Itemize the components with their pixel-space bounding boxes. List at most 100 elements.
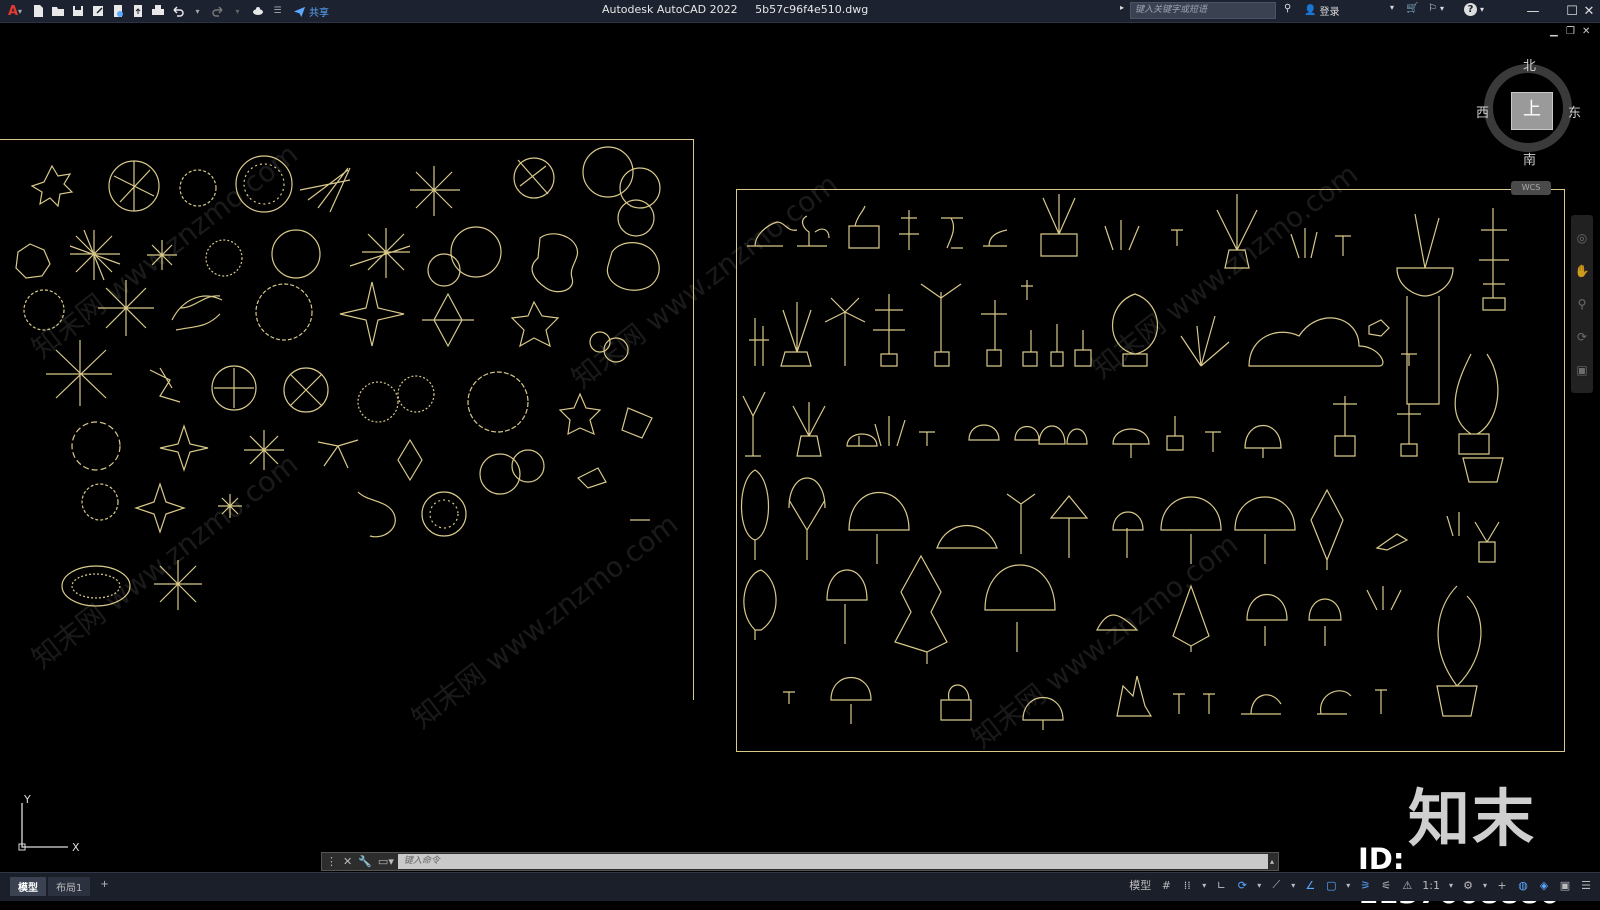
flower-elevation — [1335, 235, 1351, 256]
ortho-icon[interactable]: ∟ — [1213, 877, 1229, 893]
sign-in-dropdown[interactable]: ▾ — [1390, 3, 1394, 12]
search-expand-arrow[interactable]: ▸ — [1120, 3, 1124, 12]
search-button[interactable]: ⚲ — [1284, 3, 1291, 14]
sign-in-button[interactable]: 👤 登录 — [1304, 3, 1339, 18]
ucs-icon: Y X — [18, 795, 80, 854]
hardware-acceleration-icon[interactable]: ◈ — [1536, 877, 1552, 893]
showmotion-icon[interactable]: ▣ — [1576, 363, 1587, 377]
model-space-button[interactable]: 模型 — [1127, 877, 1153, 893]
save-web-button[interactable] — [129, 3, 146, 20]
close-button[interactable]: ✕ — [1578, 1, 1600, 21]
command-input[interactable]: 键入命令 — [397, 854, 1268, 869]
snap-icon[interactable]: ⁞⁞ — [1179, 877, 1195, 893]
command-line: ⋮ ✕ 🔧 ▭▾ 键入命令 ▴ — [321, 852, 1279, 871]
star-shrub-symbol — [339, 281, 405, 347]
bonsai-elevation — [1241, 694, 1282, 715]
workspace-button[interactable] — [249, 3, 266, 20]
auto-scale-icon[interactable]: ⚟ — [1378, 877, 1394, 893]
add-layout-button[interactable]: + — [92, 877, 116, 896]
plot-button[interactable] — [149, 3, 166, 20]
chevron-down-icon[interactable]: ▾ — [1447, 877, 1455, 893]
topiary-elevation — [899, 210, 919, 250]
customize-qat-dropdown[interactable]: ☰ — [269, 3, 286, 20]
potted-shrub-elevation — [1436, 585, 1482, 717]
object-snap-tracking-icon[interactable]: ∠ — [1302, 877, 1318, 893]
gear-icon[interactable]: ⚙ — [1460, 877, 1476, 893]
store-button[interactable]: 🛒 — [1406, 3, 1418, 14]
conifer-elevation — [1310, 488, 1344, 570]
share-button[interactable]: 共享 — [293, 4, 329, 19]
tree-plan-symbol — [23, 289, 65, 331]
chevron-down-icon[interactable]: ▾ — [1200, 877, 1208, 893]
round-tree-elevation — [1246, 594, 1288, 646]
ucs-x-label: X — [72, 841, 80, 854]
open-web-button[interactable] — [109, 3, 126, 20]
status-toolbar: 模型 # ⁞⁞ ▾ ∟ ⟳ ▾ ⟋ ▾ ∠ ▢ ▾ ⚞ ⚟ ⚠ 1:1 ▾ ⚙ … — [1127, 877, 1594, 893]
save-as-icon — [92, 6, 103, 16]
grid-icon[interactable]: # — [1158, 877, 1174, 893]
search-input[interactable]: 键入关键字或短语 — [1130, 2, 1276, 19]
tab-model[interactable]: 模型 — [10, 877, 46, 896]
autodesk-account-button[interactable]: ⚐ ▾ — [1428, 3, 1444, 14]
command-grip-icon[interactable]: ⋮ — [326, 855, 337, 868]
chevron-down-icon[interactable]: ▾ — [1344, 877, 1352, 893]
leaf-elevation — [1375, 533, 1409, 551]
isodraft-icon[interactable]: ⟋ — [1268, 877, 1284, 893]
isolate-objects-icon[interactable]: ◍ — [1515, 877, 1531, 893]
undo-dropdown[interactable]: ▾ — [189, 3, 206, 20]
fern-plan-symbol — [410, 166, 460, 216]
save-button[interactable] — [69, 3, 86, 20]
viewport-minimize-button[interactable]: ▁ — [1550, 26, 1558, 37]
flower-elevation — [783, 691, 795, 704]
customization-menu-icon[interactable]: ☰ — [1578, 877, 1594, 893]
object-snap-icon[interactable]: ▢ — [1323, 877, 1339, 893]
vine-plan-symbol — [171, 295, 223, 331]
save-as-button[interactable] — [89, 3, 106, 20]
grass-plan-symbol — [69, 229, 121, 281]
chevron-down-icon[interactable]: ▾ — [1481, 877, 1489, 893]
wcs-menu[interactable]: WCS — [1511, 181, 1551, 195]
tab-layout1[interactable]: 布局1 — [48, 877, 91, 896]
annotation-visibility-icon[interactable]: ⚞ — [1357, 877, 1373, 893]
compass-south[interactable]: 南 — [1523, 149, 1536, 168]
window-title: Autodesk AutoCAD 2022 5b57c96f4e510.dwg — [602, 3, 882, 16]
annotation-scale-icon[interactable]: ⚠ — [1399, 877, 1415, 893]
chevron-down-icon[interactable]: ▾ — [1255, 877, 1263, 893]
potted-palm-elevation — [780, 302, 812, 367]
zoom-icon[interactable]: ⚲ — [1578, 297, 1587, 311]
grass-elevation — [1290, 228, 1318, 259]
customize-wrench-icon[interactable]: 🔧 — [358, 855, 372, 868]
deciduous-tree-elevation — [788, 477, 826, 560]
viewcube-top-face[interactable]: 上 — [1511, 92, 1553, 130]
viewport-close-button[interactable]: ✕ — [1582, 26, 1590, 37]
share-label: 共享 — [309, 7, 329, 19]
minimize-button[interactable]: — — [1522, 1, 1544, 21]
menu-dropdown-icon: ☰ — [273, 6, 282, 16]
undo-button[interactable] — [169, 3, 186, 20]
chevron-up-icon[interactable]: ▴ — [1270, 857, 1278, 866]
tree-cluster-symbol — [582, 146, 634, 198]
compass-east[interactable]: 东 — [1568, 102, 1581, 121]
new-file-button[interactable] — [29, 3, 46, 20]
clean-screen-icon[interactable]: ▣ — [1557, 877, 1573, 893]
chevron-down-icon: ▾ — [195, 6, 200, 16]
steering-wheel-icon[interactable]: ◎ — [1577, 231, 1587, 245]
plus-icon[interactable]: + — [1494, 877, 1510, 893]
chevron-down-icon[interactable]: ▾ — [1289, 877, 1297, 893]
redo-button[interactable] — [209, 3, 226, 20]
open-file-button[interactable] — [49, 3, 66, 20]
viewport-restore-button[interactable]: ❐ — [1566, 26, 1575, 37]
annotation-scale-value[interactable]: 1:1 — [1420, 877, 1442, 893]
compass-west[interactable]: 西 — [1476, 102, 1489, 121]
polar-tracking-icon[interactable]: ⟳ — [1234, 877, 1250, 893]
app-menu-button[interactable]: A ▾ — [4, 3, 26, 20]
pan-icon[interactable]: ✋ — [1575, 264, 1590, 278]
viewcube[interactable]: 上 北 南 东 西 — [1476, 55, 1581, 168]
compass-north[interactable]: 北 — [1523, 55, 1536, 74]
rockery-elevation — [1116, 675, 1153, 717]
help-button[interactable]: ? ▾ — [1464, 3, 1484, 16]
redo-dropdown[interactable]: ▾ — [229, 3, 246, 20]
close-icon[interactable]: ✕ — [343, 855, 352, 868]
orbit-icon[interactable]: ⟳ — [1577, 330, 1587, 344]
recent-commands-icon[interactable]: ▭▾ — [378, 855, 394, 868]
